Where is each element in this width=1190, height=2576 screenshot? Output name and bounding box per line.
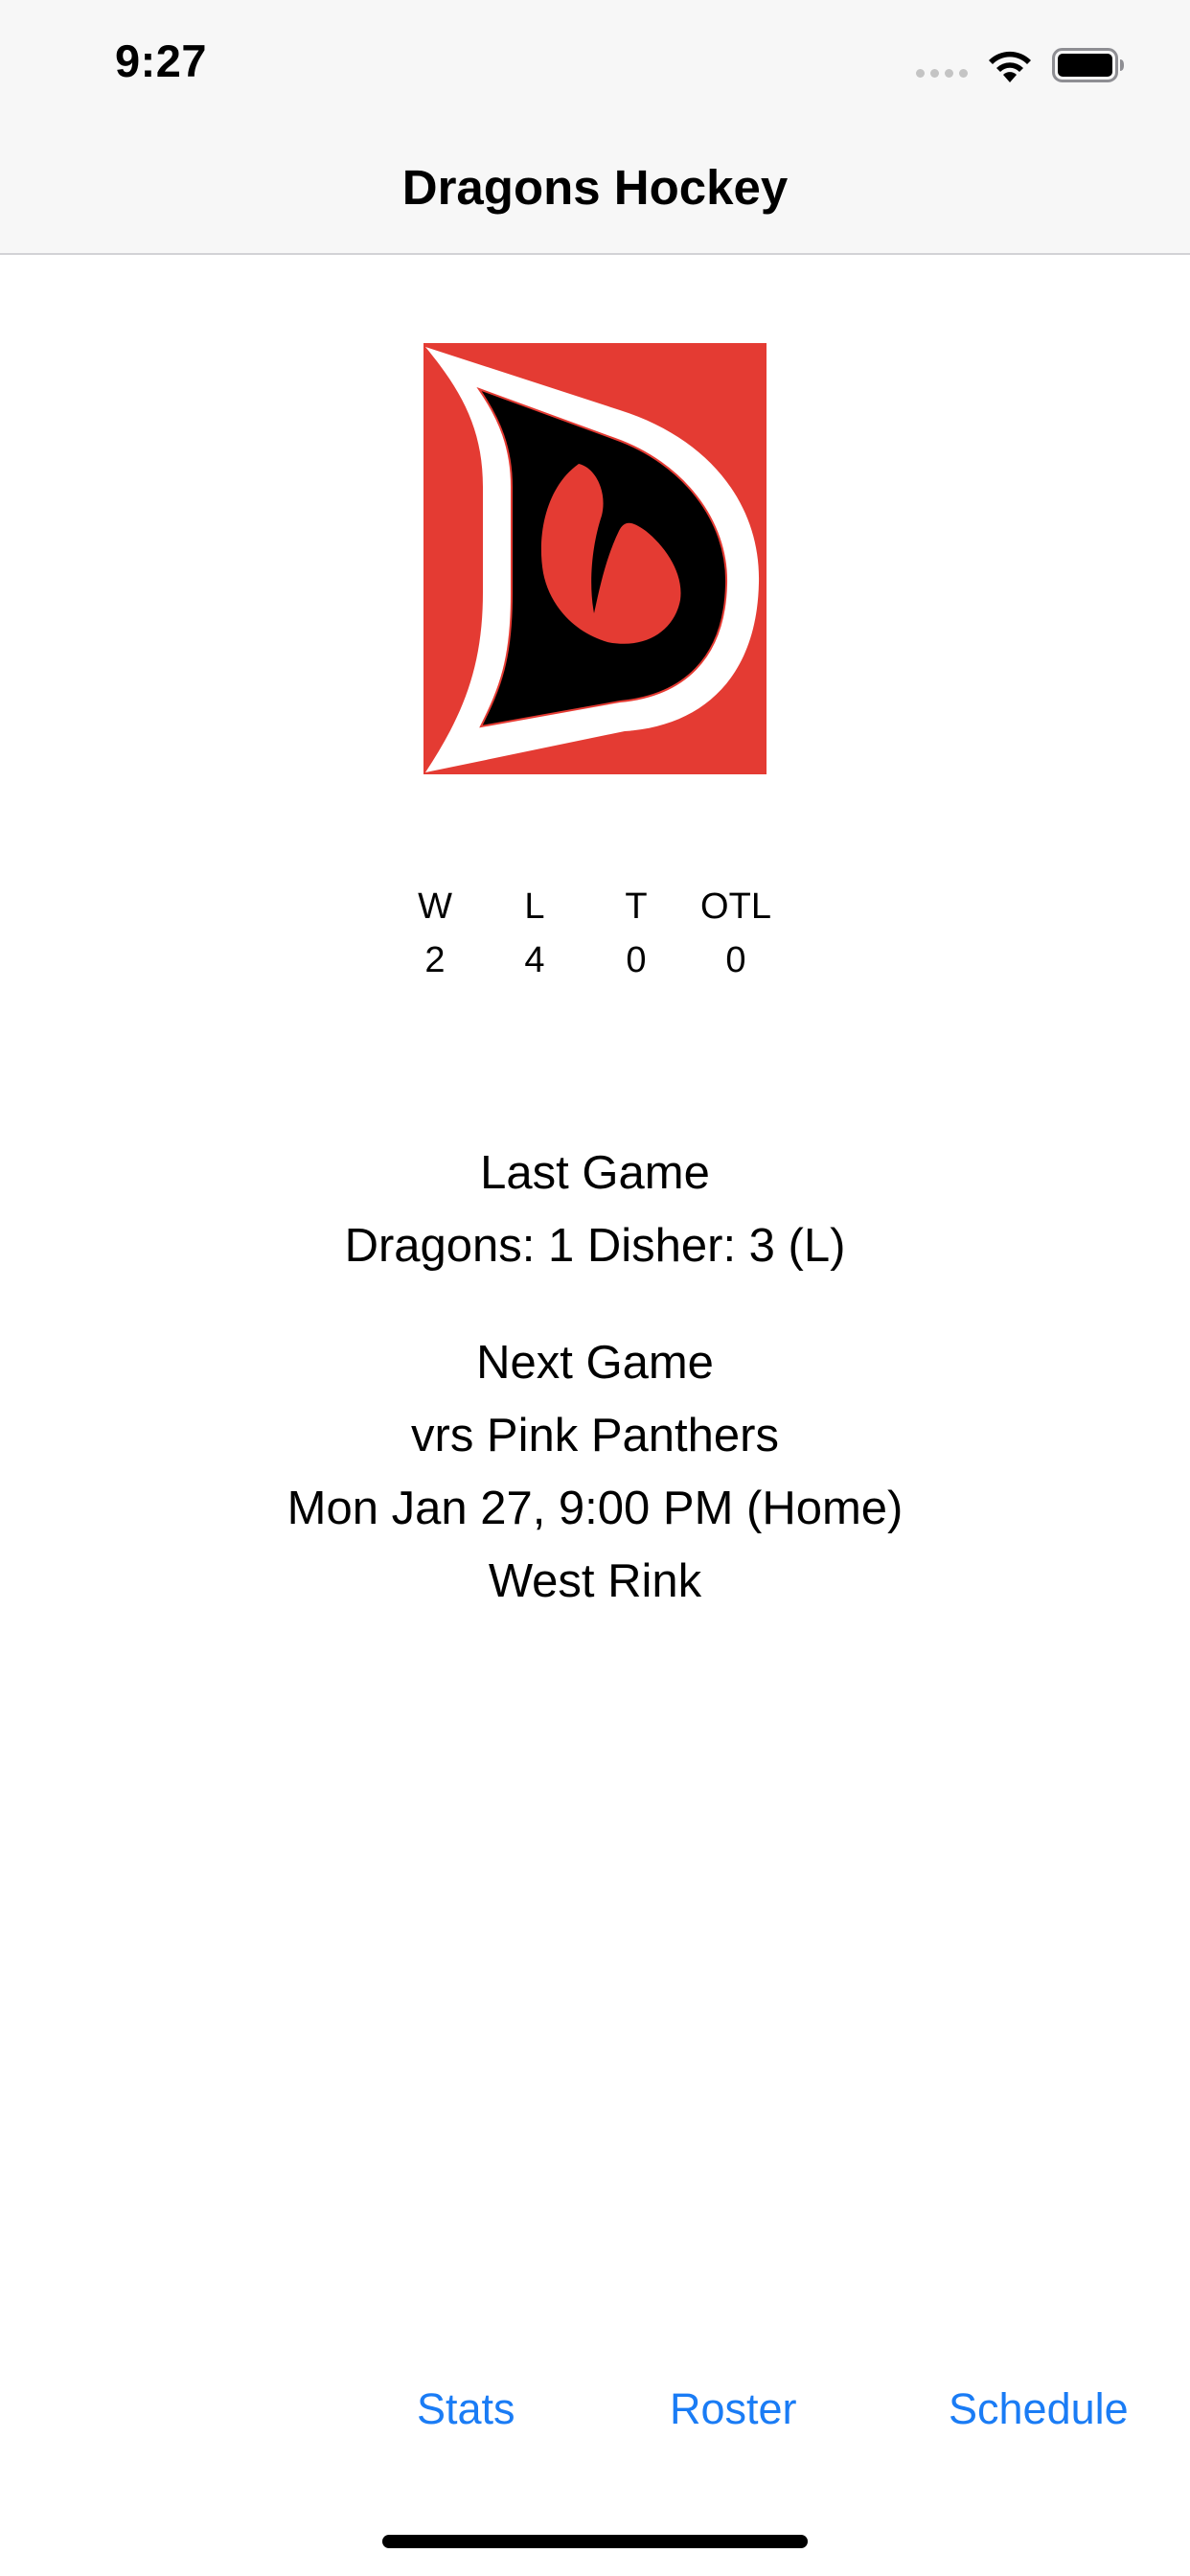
roster-button[interactable]: Roster <box>670 2380 797 2438</box>
last-game-heading: Last Game <box>480 1147 710 1199</box>
record-label: W <box>418 886 452 927</box>
schedule-button[interactable]: Schedule <box>949 2380 1129 2438</box>
record-column-otl: OTL 0 <box>678 880 793 987</box>
dragons-logo <box>423 343 767 774</box>
status-time: 9:27 <box>115 35 208 86</box>
status-bar: 9:27 <box>0 0 1190 96</box>
record-column-losses: L 4 <box>477 880 592 987</box>
last-game-section: Last Game Dragons: 1 Disher: 3 (L) <box>0 1137 1190 1282</box>
next-game-location: West Rink <box>488 1555 702 1607</box>
last-game-result: Dragons: 1 Disher: 3 (L) <box>344 1220 846 1272</box>
record-value: 4 <box>524 940 545 980</box>
record-column-ties: T 0 <box>579 880 694 987</box>
next-game-section: Next Game vrs Pink Panthers Mon Jan 27, … <box>0 1326 1190 1618</box>
next-game-heading: Next Game <box>476 1337 714 1389</box>
record-column-wins: W 2 <box>378 880 492 987</box>
signal-icon <box>916 69 968 78</box>
page-title: Dragons Hockey <box>401 160 789 215</box>
navigation-bar: Dragons Hockey <box>0 96 1190 255</box>
record-value: 2 <box>424 940 446 980</box>
stats-button[interactable]: Stats <box>417 2380 515 2438</box>
record-label: L <box>524 886 545 927</box>
record-label: OTL <box>700 886 771 927</box>
next-game-opponent: vrs Pink Panthers <box>411 1410 779 1461</box>
wifi-icon <box>989 51 1031 82</box>
record-value: 0 <box>626 940 647 980</box>
home-indicator[interactable] <box>382 2535 808 2548</box>
record-label: T <box>625 886 648 927</box>
record-value: 0 <box>725 940 746 980</box>
next-game-datetime: Mon Jan 27, 9:00 PM (Home) <box>286 1483 904 1534</box>
battery-icon <box>1052 48 1124 82</box>
